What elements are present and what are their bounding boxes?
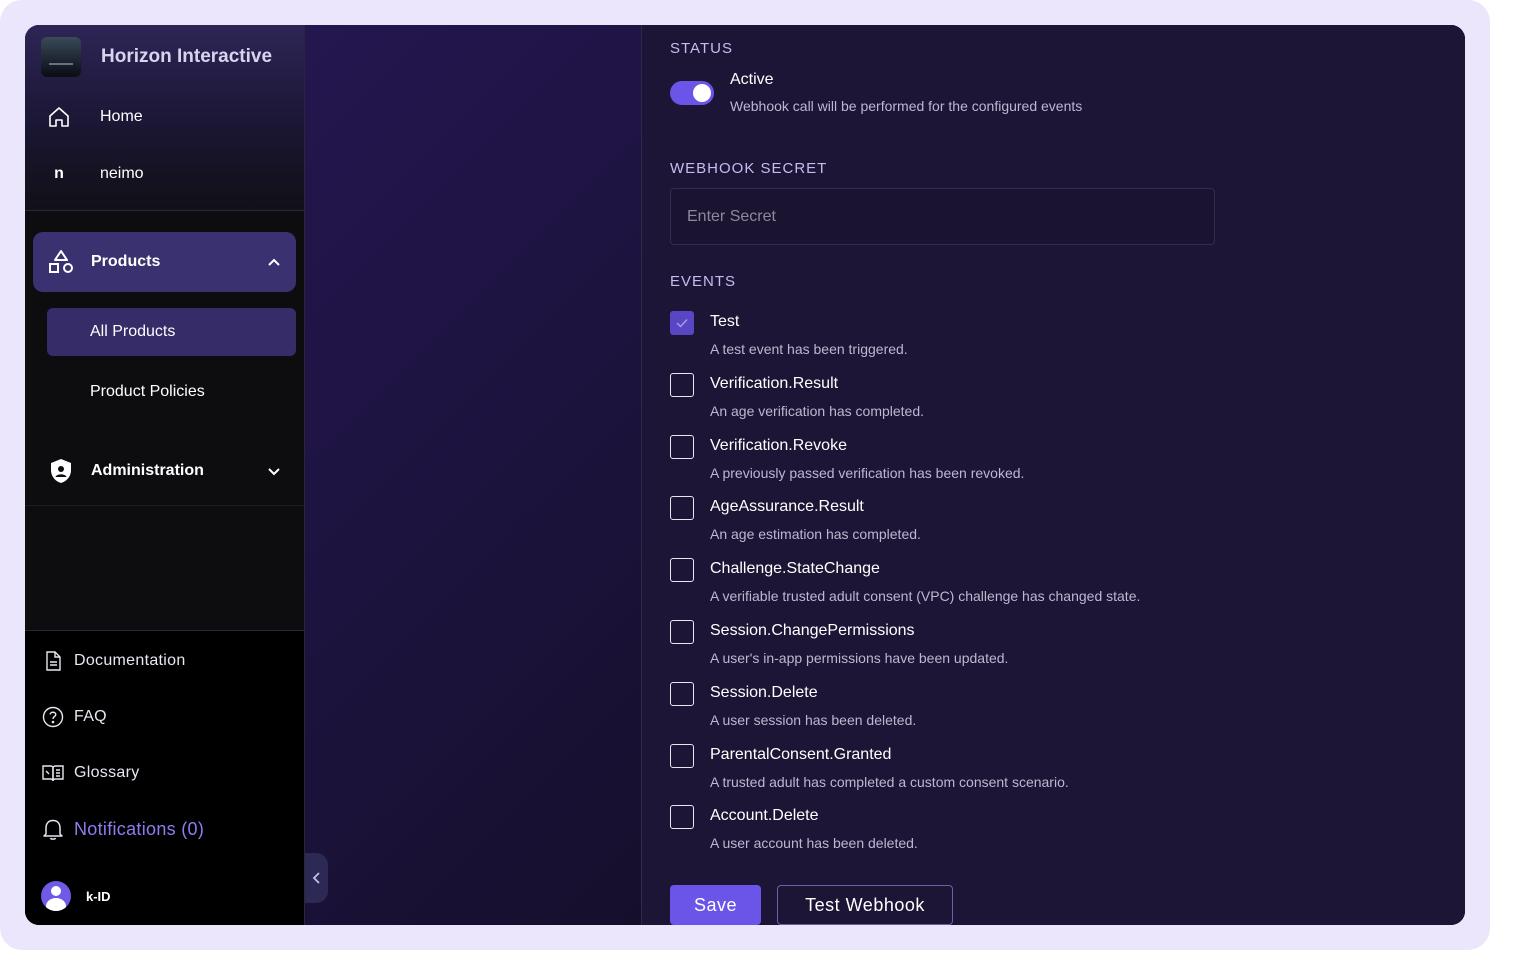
sidebar-item-notifications[interactable]: Notifications (0) <box>41 817 204 841</box>
home-icon <box>45 103 73 131</box>
user-name: k-ID <box>86 888 111 904</box>
event-name: Session.Delete <box>710 684 818 701</box>
sidebar-group-products[interactable]: Products <box>33 232 296 292</box>
sidebar-group-administration[interactable]: Administration <box>33 443 296 499</box>
sidebar-item-home[interactable]: Home <box>45 103 143 131</box>
sidebar-item-all-products[interactable]: All Products <box>47 308 296 356</box>
event-name: Challenge.StateChange <box>710 560 880 577</box>
event-name: ParentalConsent.Granted <box>710 746 892 763</box>
webhook-form: STATUS Active Webhook call will be perfo… <box>641 25 1465 925</box>
sidebar-header: Horizon Interactive Home n neimo <box>25 25 304 211</box>
check-icon <box>676 319 688 328</box>
divider <box>25 505 304 506</box>
status-description: Webhook call will be performed for the c… <box>730 98 1083 114</box>
shapes-icon <box>45 246 77 278</box>
sidebar-item-glossary[interactable]: Glossary <box>41 761 140 785</box>
brand[interactable]: Horizon Interactive <box>41 37 272 77</box>
event-row[interactable]: Verification.Revoke A previously passed v… <box>670 435 1465 495</box>
event-row[interactable]: ParentalConsent.Granted A trusted adult h… <box>670 744 1465 804</box>
event-checkbox[interactable] <box>670 558 694 582</box>
event-checkbox[interactable] <box>670 682 694 706</box>
event-checkbox[interactable] <box>670 620 694 644</box>
event-description: A user account has been deleted. <box>710 835 918 851</box>
bell-icon <box>41 817 65 841</box>
status-toggle[interactable] <box>670 81 714 105</box>
event-checkbox[interactable] <box>670 744 694 768</box>
event-name: Verification.Revoke <box>710 437 847 454</box>
event-checkbox[interactable] <box>670 805 694 829</box>
main-content: STATUS Active Webhook call will be perfo… <box>305 25 1465 925</box>
event-description: A verifiable trusted adult consent (VPC)… <box>710 588 1141 604</box>
sidebar-item-org[interactable]: n neimo <box>45 160 144 188</box>
sidebar-item-label: Home <box>100 108 143 125</box>
secret-section-title: WEBHOOK SECRET <box>670 160 828 177</box>
sidebar-group-label: Products <box>91 253 161 270</box>
save-button[interactable]: Save <box>670 885 761 925</box>
event-description: An age estimation has completed. <box>710 526 921 542</box>
event-row[interactable]: Account.Delete A user account has been de… <box>670 805 1465 865</box>
sidebar-item-documentation[interactable]: Documentation <box>41 649 186 673</box>
user-menu[interactable]: k-ID <box>41 881 111 911</box>
event-description: A test event has been triggered. <box>710 341 908 357</box>
sidebar-footer: Documentation FAQ Glossary Notifications… <box>25 630 304 925</box>
brand-name: Horizon Interactive <box>101 46 273 67</box>
brand-logo <box>41 37 81 77</box>
sidebar-group-label: Administration <box>91 462 204 479</box>
event-description: An age verification has completed. <box>710 403 925 419</box>
book-icon <box>41 761 65 785</box>
avatar <box>41 881 71 911</box>
chevron-down-icon <box>268 468 280 476</box>
test-webhook-button[interactable]: Test Webhook <box>777 885 953 925</box>
webhook-secret-input[interactable] <box>670 188 1215 245</box>
sidebar-item-product-policies[interactable]: Product Policies <box>47 368 296 416</box>
sidebar-item-label: Glossary <box>74 764 140 781</box>
event-checkbox[interactable] <box>670 373 694 397</box>
event-row[interactable]: Session.Delete A user session has been de… <box>670 682 1465 742</box>
shield-icon <box>45 455 77 487</box>
event-name: Verification.Result <box>710 375 839 392</box>
sidebar-item-label: Documentation <box>74 652 186 669</box>
sidebar-item-label: Notifications (0) <box>74 818 205 839</box>
sidebar-collapse-button[interactable] <box>305 853 328 903</box>
event-row[interactable]: AgeAssurance.Result An age estimation has… <box>670 496 1465 556</box>
event-name: Account.Delete <box>710 807 819 824</box>
event-checkbox[interactable] <box>670 311 694 335</box>
sidebar-item-label: FAQ <box>74 708 107 725</box>
event-name: Session.ChangePermissions <box>710 622 915 639</box>
status-label: Active <box>730 71 774 88</box>
event-description: A user's in-app permissions have been up… <box>710 650 1009 666</box>
event-description: A user session has been deleted. <box>710 712 917 728</box>
events-section-title: EVENTS <box>670 273 737 290</box>
sidebar-item-faq[interactable]: FAQ <box>41 705 107 729</box>
event-description: A previously passed verification has bee… <box>710 465 1025 481</box>
org-initial: n <box>54 165 64 182</box>
event-row[interactable]: Test A test event has been triggered. <box>670 311 1465 371</box>
sidebar-item-label: neimo <box>100 165 144 182</box>
event-row[interactable]: Verification.Result An age verification h… <box>670 373 1465 433</box>
event-row[interactable]: Challenge.StateChange A verifiable truste… <box>670 558 1465 618</box>
app-window: Horizon Interactive Home n neimo Product… <box>25 25 1465 925</box>
help-circle-icon <box>41 705 65 729</box>
document-icon <box>41 649 65 673</box>
sidebar: Horizon Interactive Home n neimo Product… <box>25 25 305 925</box>
chevron-left-icon <box>312 872 320 884</box>
event-name: Test <box>710 313 740 330</box>
event-description: A trusted adult has completed a custom c… <box>710 774 1069 790</box>
chevron-up-icon <box>268 258 280 266</box>
event-row[interactable]: Session.ChangePermissions A user's in-app… <box>670 620 1465 680</box>
event-checkbox[interactable] <box>670 496 694 520</box>
status-section-title: STATUS <box>670 40 733 57</box>
event-checkbox[interactable] <box>670 435 694 459</box>
event-name: AgeAssurance.Result <box>710 498 864 515</box>
